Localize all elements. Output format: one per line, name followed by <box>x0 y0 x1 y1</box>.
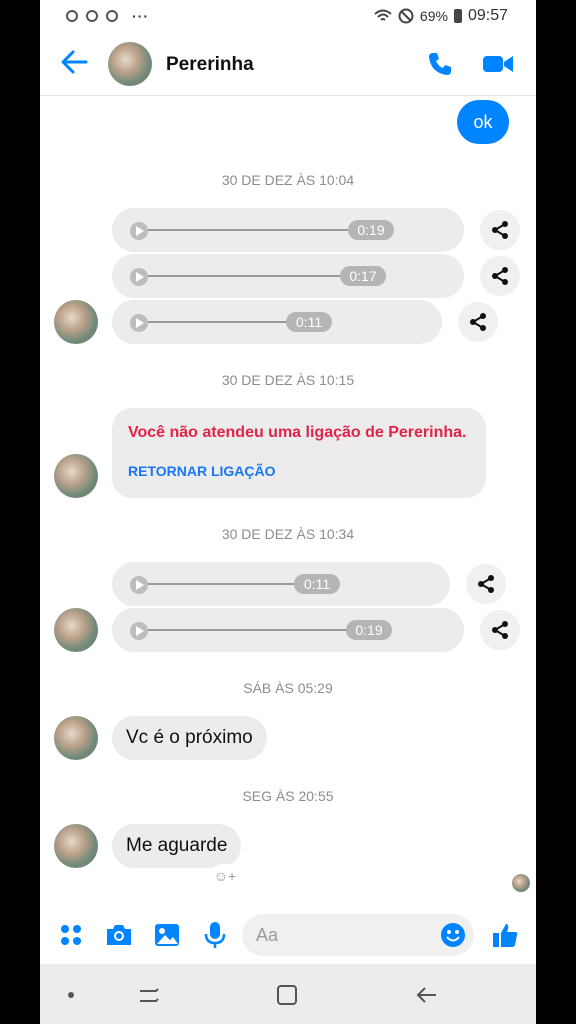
audio-duration: 0:19 <box>348 220 394 240</box>
timestamp: 30 DE DEZ ÀS 10:34 <box>221 526 355 542</box>
recent-apps-icon[interactable] <box>136 982 162 1008</box>
timestamp: SÁB ÀS 05:29 <box>243 680 333 696</box>
camera-icon[interactable] <box>104 920 134 950</box>
share-button[interactable] <box>466 564 506 604</box>
play-icon[interactable] <box>130 268 148 286</box>
back-arrow-icon[interactable] <box>58 46 90 78</box>
clock: 09:57 <box>467 7 508 24</box>
chrome-icon-2 <box>106 10 118 22</box>
thumbs-up-icon[interactable] <box>490 920 520 950</box>
contact-name[interactable]: Pererinha <box>166 54 254 76</box>
microphone-icon[interactable] <box>200 920 230 950</box>
do-not-disturb-icon <box>398 8 414 24</box>
system-nav-bar <box>40 964 536 1024</box>
share-icon <box>492 267 508 285</box>
phone-call-icon[interactable] <box>426 50 454 78</box>
callback-link[interactable]: RETORNAR LIGAÇÃO <box>128 463 276 479</box>
share-icon <box>492 221 508 239</box>
play-icon[interactable] <box>130 314 148 332</box>
timestamp: 30 DE DEZ ÀS 10:15 <box>221 372 355 388</box>
more-notifications-icon: ··· <box>132 8 149 24</box>
emoji-icon[interactable] <box>440 922 466 948</box>
status-right: 69% 09:57 <box>374 7 508 25</box>
share-icon <box>492 621 508 639</box>
received-message-bubble[interactable]: Me aguarde <box>112 824 242 868</box>
audio-track[interactable] <box>148 321 298 323</box>
share-button[interactable] <box>458 302 498 342</box>
status-bar: ··· 69% 09:57 <box>40 0 536 32</box>
nav-dot-icon[interactable] <box>58 982 84 1008</box>
sender-avatar[interactable] <box>54 824 98 868</box>
missed-call-text: Você não atendeu uma ligação de Pererinh… <box>128 424 467 441</box>
home-icon[interactable] <box>274 982 300 1008</box>
wifi-icon <box>374 9 392 21</box>
audio-message[interactable]: 0:19 <box>112 208 464 252</box>
battery-percent: 69% <box>419 8 448 24</box>
audio-duration: 0:11 <box>286 312 332 332</box>
audio-message[interactable]: 0:17 <box>112 254 464 298</box>
audio-message[interactable]: 0:11 <box>112 300 442 344</box>
battery-icon <box>453 9 462 23</box>
sync-icon <box>66 10 78 22</box>
missed-call-card: Você não atendeu uma ligação de Pererinh… <box>112 408 486 498</box>
read-receipt-avatar <box>512 874 530 892</box>
play-icon[interactable] <box>130 622 148 640</box>
audio-message[interactable]: 0:11 <box>112 562 450 606</box>
phone-screen: ··· 69% 09:57 Pererinha ok 30 DE DEZ ÀS … <box>40 0 536 1024</box>
timestamp: 30 DE DEZ ÀS 10:04 <box>221 172 355 188</box>
audio-duration: 0:11 <box>294 574 340 594</box>
video-call-icon[interactable] <box>482 52 514 76</box>
sender-avatar[interactable] <box>54 454 98 498</box>
message-input-container[interactable] <box>242 914 474 956</box>
sent-message-bubble[interactable]: ok <box>457 100 509 144</box>
chat-header: Pererinha <box>40 32 536 96</box>
chrome-icon <box>86 10 98 22</box>
message-composer <box>40 906 536 964</box>
contact-avatar[interactable] <box>108 42 152 86</box>
status-left: ··· <box>66 8 149 24</box>
play-icon[interactable] <box>130 576 148 594</box>
message-input[interactable] <box>256 914 436 956</box>
timestamp: SEG ÀS 20:55 <box>242 788 334 804</box>
audio-duration: 0:19 <box>346 620 392 640</box>
apps-grid-icon[interactable] <box>56 920 86 950</box>
audio-track[interactable] <box>148 629 368 631</box>
sender-avatar[interactable] <box>54 608 98 652</box>
audio-message[interactable]: 0:19 <box>112 608 464 652</box>
add-reaction-button[interactable]: ☺+ <box>210 864 240 888</box>
share-button[interactable] <box>480 210 520 250</box>
sender-avatar[interactable] <box>54 716 98 760</box>
received-message-bubble[interactable]: Vc é o próximo <box>112 716 267 760</box>
share-icon <box>478 575 494 593</box>
audio-track[interactable] <box>148 583 308 585</box>
audio-duration: 0:17 <box>340 266 386 286</box>
sender-avatar[interactable] <box>54 300 98 344</box>
share-button[interactable] <box>480 610 520 650</box>
back-icon[interactable] <box>414 982 440 1008</box>
share-button[interactable] <box>480 256 520 296</box>
gallery-icon[interactable] <box>152 920 182 950</box>
share-icon <box>470 313 486 331</box>
play-icon[interactable] <box>130 222 148 240</box>
